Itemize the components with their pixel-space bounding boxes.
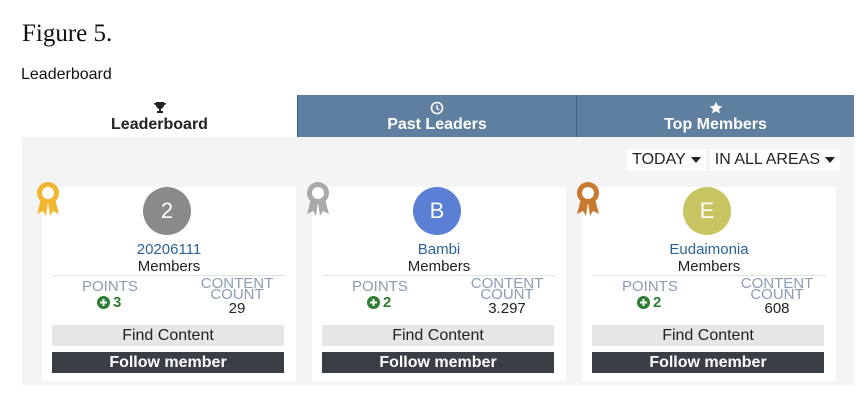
- page-heading: Leaderboard: [21, 66, 112, 83]
- points-number: 3: [113, 294, 122, 311]
- follow-member-button[interactable]: Follow member: [322, 352, 554, 373]
- points-number: 2: [383, 294, 392, 311]
- find-content-button[interactable]: Find Content: [322, 325, 554, 346]
- avatar[interactable]: 2: [143, 187, 191, 235]
- member-card: B Bambi Members POINTS 2 CONTENT COUNT 3…: [307, 182, 566, 381]
- plus-circle-icon: [97, 296, 110, 309]
- content-count-label: CONTENT COUNT: [732, 276, 822, 302]
- content-count-value: 608: [764, 300, 790, 317]
- clock-icon: [430, 101, 444, 115]
- tab-label: Leaderboard: [111, 116, 208, 133]
- find-content-button[interactable]: Find Content: [592, 325, 824, 346]
- member-group: Members: [407, 258, 471, 275]
- member-card: E Eudaimonia Members POINTS 2 CONTENT CO…: [577, 182, 836, 381]
- follow-member-button[interactable]: Follow member: [52, 352, 284, 373]
- member-name-link[interactable]: Bambi: [312, 241, 566, 258]
- filter-bar: TODAY IN ALL AREAS: [627, 149, 840, 171]
- gold-medal-icon: [37, 182, 59, 216]
- tab-bar: Leaderboard Past Leaders Top Members: [22, 95, 854, 137]
- avatar[interactable]: E: [683, 187, 731, 235]
- points-value: 2: [367, 294, 391, 311]
- points-value: 3: [97, 294, 121, 311]
- tab-past-leaders[interactable]: Past Leaders: [297, 95, 576, 137]
- content-count-value: 29: [228, 300, 246, 317]
- silver-medal-icon: [307, 182, 329, 216]
- points-label: POINTS: [622, 278, 678, 295]
- area-filter-label: IN ALL AREAS: [714, 151, 820, 168]
- tab-leaderboard[interactable]: Leaderboard: [22, 95, 297, 137]
- content-count-label: CONTENT COUNT: [192, 276, 282, 302]
- content-count-value: 3.297: [488, 300, 526, 317]
- member-group: Members: [677, 258, 741, 275]
- period-filter[interactable]: TODAY: [627, 149, 706, 171]
- member-group: Members: [137, 258, 201, 275]
- member-name-link[interactable]: Eudaimonia: [582, 241, 836, 258]
- bronze-medal-icon: [577, 182, 599, 216]
- area-filter[interactable]: IN ALL AREAS: [709, 149, 840, 171]
- points-number: 2: [653, 294, 662, 311]
- tab-top-members[interactable]: Top Members: [576, 95, 854, 137]
- points-label: POINTS: [352, 278, 408, 295]
- period-filter-label: TODAY: [632, 151, 686, 168]
- member-card: 2 20206111 Members POINTS 3 CONTENT COUN…: [37, 182, 296, 381]
- points-label: POINTS: [82, 278, 138, 295]
- figure-caption: Figure 5.: [22, 20, 113, 47]
- star-icon: [709, 101, 722, 114]
- plus-circle-icon: [637, 296, 650, 309]
- member-name-link[interactable]: 20206111: [42, 241, 296, 258]
- caret-down-icon: [825, 157, 835, 163]
- plus-circle-icon: [367, 296, 380, 309]
- avatar[interactable]: B: [413, 187, 461, 235]
- leaderboard-widget: Leaderboard Past Leaders Top Members TOD…: [22, 95, 854, 385]
- trophy-icon: [153, 102, 166, 113]
- tab-label: Top Members: [664, 116, 767, 133]
- points-value: 2: [637, 294, 661, 311]
- find-content-button[interactable]: Find Content: [52, 325, 284, 346]
- content-count-label: CONTENT COUNT: [462, 276, 552, 302]
- tab-label: Past Leaders: [387, 116, 487, 133]
- caret-down-icon: [690, 157, 701, 163]
- follow-member-button[interactable]: Follow member: [592, 352, 824, 373]
